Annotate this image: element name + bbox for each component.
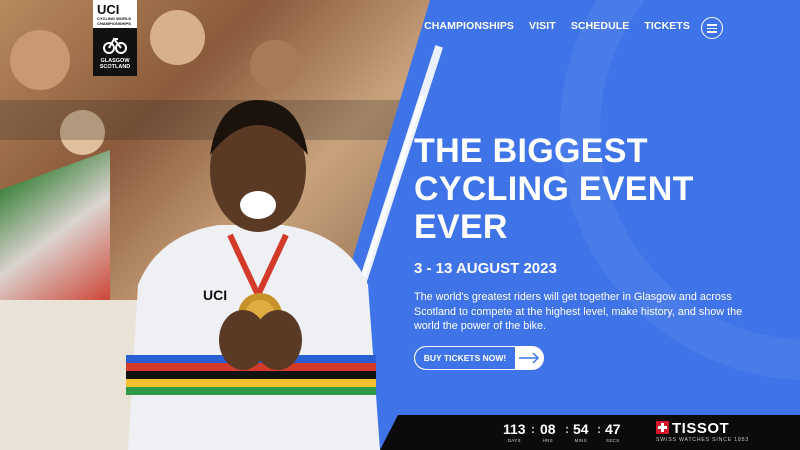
countdown-separator: : — [531, 422, 535, 436]
nav-tickets[interactable]: TICKETS — [644, 20, 690, 32]
hero-description: The world's greatest riders will get tog… — [414, 291, 743, 332]
uci-logo-text: UCI — [97, 2, 120, 17]
uci-logo-subtitle: CYCLING WORLD CHAMPIONSHIPS — [97, 16, 132, 26]
main-nav: CHAMPIONSHIPS VISIT SCHEDULE TICKETS — [424, 20, 690, 32]
rider-with-medal-image: UCI — [126, 100, 380, 450]
hero-headline: THE BIGGEST CYCLING EVENT EVER — [414, 132, 694, 246]
buy-tickets-label: BUY TICKETS NOW! — [415, 347, 515, 369]
countdown-days: 113 DAYS — [503, 421, 526, 443]
glasgow-scotland-logo[interactable]: GLASGOW SCOTLAND — [93, 28, 137, 76]
glasgow-logo-text: GLASGOW SCOTLAND — [99, 58, 131, 70]
tissot-name: TISSOT — [672, 420, 730, 437]
countdown-bar — [380, 415, 800, 450]
nav-championships[interactable]: CHAMPIONSHIPS — [424, 20, 514, 32]
arrow-right-icon — [519, 352, 540, 364]
countdown-hours: 08 HRS — [540, 421, 556, 443]
nav-schedule[interactable]: SCHEDULE — [571, 20, 630, 32]
countdown-seconds: 47 SECS — [605, 421, 621, 443]
bike-icon — [103, 37, 127, 54]
buy-tickets-button[interactable]: BUY TICKETS NOW! — [414, 346, 544, 370]
countdown-minutes: 54 MINS — [573, 421, 589, 443]
hamburger-icon[interactable] — [701, 17, 723, 39]
tissot-logo[interactable]: TISSOT — [656, 420, 729, 437]
svg-text:UCI: UCI — [203, 287, 227, 303]
nav-visit[interactable]: VISIT — [529, 20, 556, 32]
countdown-separator: : — [565, 422, 569, 436]
event-dates: 3 - 13 AUGUST 2023 — [414, 260, 557, 277]
swiss-cross-icon — [656, 421, 669, 434]
hero-section: UCI UCI CYCLING WORLD CHAMPIONSHIPS GLAS… — [0, 0, 800, 450]
tissot-tagline: SWISS WATCHES SINCE 1853 — [656, 437, 749, 443]
countdown-separator: : — [597, 422, 601, 436]
